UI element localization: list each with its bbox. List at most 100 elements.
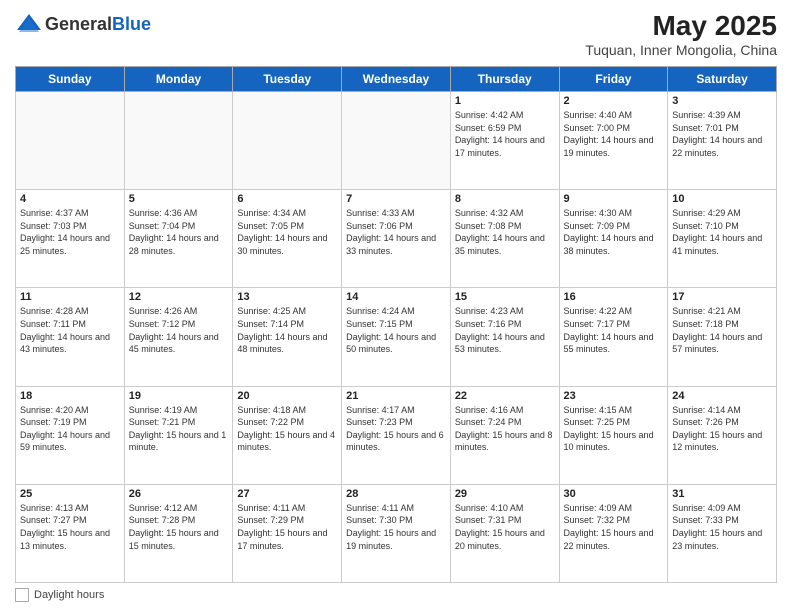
cell-day-number: 5 bbox=[129, 193, 229, 205]
cell-info: Sunrise: 4:25 AM Sunset: 7:14 PM Dayligh… bbox=[237, 305, 337, 355]
calendar: SundayMondayTuesdayWednesdayThursdayFrid… bbox=[15, 66, 777, 583]
cell-info: Sunrise: 4:40 AM Sunset: 7:00 PM Dayligh… bbox=[564, 109, 664, 159]
calendar-cell: 30 Sunrise: 4:09 AM Sunset: 7:32 PM Dayli… bbox=[559, 484, 668, 582]
logo-text: GeneralBlue bbox=[45, 14, 151, 35]
calendar-header-cell: Monday bbox=[124, 67, 233, 92]
cell-info: Sunrise: 4:09 AM Sunset: 7:32 PM Dayligh… bbox=[564, 502, 664, 552]
cell-info: Sunrise: 4:30 AM Sunset: 7:09 PM Dayligh… bbox=[564, 207, 664, 257]
calendar-cell: 19Sunrise: 4:19 AM Sunset: 7:21 PM Dayli… bbox=[124, 386, 233, 484]
cell-day-number: 9 bbox=[564, 193, 664, 205]
calendar-cell: 29Sunrise: 4:10 AM Sunset: 7:31 PM Dayli… bbox=[450, 484, 559, 582]
calendar-cell: 7 Sunrise: 4:33 AM Sunset: 7:06 PM Daylig… bbox=[342, 190, 451, 288]
calendar-header-cell: Tuesday bbox=[233, 67, 342, 92]
header: GeneralBlue May 2025 Tuquan, Inner Mongo… bbox=[15, 10, 777, 58]
footer-label: Daylight hours bbox=[34, 589, 104, 601]
cell-info: Sunrise: 4:22 AM Sunset: 7:17 PM Dayligh… bbox=[564, 305, 664, 355]
calendar-cell: 1Sunrise: 4:42 AM Sunset: 6:59 PM Daylig… bbox=[450, 92, 559, 190]
calendar-cell: 2Sunrise: 4:40 AM Sunset: 7:00 PM Daylig… bbox=[559, 92, 668, 190]
calendar-header-cell: Thursday bbox=[450, 67, 559, 92]
page: GeneralBlue May 2025 Tuquan, Inner Mongo… bbox=[0, 0, 792, 612]
calendar-header-cell: Saturday bbox=[668, 67, 777, 92]
cell-info: Sunrise: 4:26 AM Sunset: 7:12 PM Dayligh… bbox=[129, 305, 229, 355]
calendar-week-row: 11 Sunrise: 4:28 AM Sunset: 7:11 PM Dayli… bbox=[16, 288, 777, 386]
cell-day-number: 26 bbox=[129, 488, 229, 500]
cell-day-number: 1 bbox=[455, 95, 555, 107]
cell-info: Sunrise: 4:34 AM Sunset: 7:05 PM Dayligh… bbox=[237, 207, 337, 257]
cell-info: Sunrise: 4:15 AM Sunset: 7:25 PM Dayligh… bbox=[564, 404, 664, 454]
cell-day-number: 3 bbox=[672, 95, 772, 107]
calendar-cell: 16Sunrise: 4:22 AM Sunset: 7:17 PM Dayli… bbox=[559, 288, 668, 386]
cell-day-number: 23 bbox=[564, 390, 664, 402]
cell-day-number: 25 bbox=[20, 488, 120, 500]
calendar-cell: 11 Sunrise: 4:28 AM Sunset: 7:11 PM Dayli… bbox=[16, 288, 125, 386]
cell-day-number: 27 bbox=[237, 488, 337, 500]
cell-info: Sunrise: 4:16 AM Sunset: 7:24 PM Dayligh… bbox=[455, 404, 555, 454]
cell-day-number: 31 bbox=[672, 488, 772, 500]
calendar-cell bbox=[16, 92, 125, 190]
cell-info: Sunrise: 4:14 AM Sunset: 7:26 PM Dayligh… bbox=[672, 404, 772, 454]
calendar-cell: 21Sunrise: 4:17 AM Sunset: 7:23 PM Dayli… bbox=[342, 386, 451, 484]
cell-info: Sunrise: 4:11 AM Sunset: 7:30 PM Dayligh… bbox=[346, 502, 446, 552]
cell-day-number: 13 bbox=[237, 291, 337, 303]
calendar-cell: 8Sunrise: 4:32 AM Sunset: 7:08 PM Daylig… bbox=[450, 190, 559, 288]
cell-day-number: 18 bbox=[20, 390, 120, 402]
cell-info: Sunrise: 4:13 AM Sunset: 7:27 PM Dayligh… bbox=[20, 502, 120, 552]
footer: Daylight hours bbox=[15, 588, 777, 602]
cell-info: Sunrise: 4:29 AM Sunset: 7:10 PM Dayligh… bbox=[672, 207, 772, 257]
cell-day-number: 28 bbox=[346, 488, 446, 500]
cell-info: Sunrise: 4:21 AM Sunset: 7:18 PM Dayligh… bbox=[672, 305, 772, 355]
cell-day-number: 11 bbox=[20, 291, 120, 303]
cell-day-number: 15 bbox=[455, 291, 555, 303]
cell-day-number: 24 bbox=[672, 390, 772, 402]
cell-info: Sunrise: 4:39 AM Sunset: 7:01 PM Dayligh… bbox=[672, 109, 772, 159]
cell-day-number: 4 bbox=[20, 193, 120, 205]
calendar-week-row: 4 Sunrise: 4:37 AM Sunset: 7:03 PM Daylig… bbox=[16, 190, 777, 288]
calendar-cell: 31Sunrise: 4:09 AM Sunset: 7:33 PM Dayli… bbox=[668, 484, 777, 582]
calendar-cell: 12 Sunrise: 4:26 AM Sunset: 7:12 PM Dayli… bbox=[124, 288, 233, 386]
calendar-week-row: 25 Sunrise: 4:13 AM Sunset: 7:27 PM Dayli… bbox=[16, 484, 777, 582]
cell-day-number: 6 bbox=[237, 193, 337, 205]
calendar-cell: 4 Sunrise: 4:37 AM Sunset: 7:03 PM Daylig… bbox=[16, 190, 125, 288]
title-block: May 2025 Tuquan, Inner Mongolia, China bbox=[585, 10, 777, 58]
cell-info: Sunrise: 4:12 AM Sunset: 7:28 PM Dayligh… bbox=[129, 502, 229, 552]
cell-day-number: 7 bbox=[346, 193, 446, 205]
calendar-cell: 24 Sunrise: 4:14 AM Sunset: 7:26 PM Dayli… bbox=[668, 386, 777, 484]
calendar-cell: 5Sunrise: 4:36 AM Sunset: 7:04 PM Daylig… bbox=[124, 190, 233, 288]
cell-day-number: 22 bbox=[455, 390, 555, 402]
cell-info: Sunrise: 4:17 AM Sunset: 7:23 PM Dayligh… bbox=[346, 404, 446, 454]
calendar-cell: 22 Sunrise: 4:16 AM Sunset: 7:24 PM Dayli… bbox=[450, 386, 559, 484]
cell-day-number: 14 bbox=[346, 291, 446, 303]
cell-info: Sunrise: 4:37 AM Sunset: 7:03 PM Dayligh… bbox=[20, 207, 120, 257]
calendar-cell: 6 Sunrise: 4:34 AM Sunset: 7:05 PM Daylig… bbox=[233, 190, 342, 288]
cell-info: Sunrise: 4:24 AM Sunset: 7:15 PM Dayligh… bbox=[346, 305, 446, 355]
calendar-cell: 13 Sunrise: 4:25 AM Sunset: 7:14 PM Dayli… bbox=[233, 288, 342, 386]
calendar-cell: 27Sunrise: 4:11 AM Sunset: 7:29 PM Dayli… bbox=[233, 484, 342, 582]
calendar-cell: 15 Sunrise: 4:23 AM Sunset: 7:16 PM Dayli… bbox=[450, 288, 559, 386]
calendar-cell: 25 Sunrise: 4:13 AM Sunset: 7:27 PM Dayli… bbox=[16, 484, 125, 582]
cell-info: Sunrise: 4:23 AM Sunset: 7:16 PM Dayligh… bbox=[455, 305, 555, 355]
cell-day-number: 17 bbox=[672, 291, 772, 303]
cell-info: Sunrise: 4:33 AM Sunset: 7:06 PM Dayligh… bbox=[346, 207, 446, 257]
calendar-cell: 18 Sunrise: 4:20 AM Sunset: 7:19 PM Dayli… bbox=[16, 386, 125, 484]
logo: GeneralBlue bbox=[15, 10, 151, 38]
location: Tuquan, Inner Mongolia, China bbox=[585, 42, 777, 58]
calendar-body: 1Sunrise: 4:42 AM Sunset: 6:59 PM Daylig… bbox=[16, 92, 777, 583]
cell-day-number: 10 bbox=[672, 193, 772, 205]
calendar-cell: 10 Sunrise: 4:29 AM Sunset: 7:10 PM Dayli… bbox=[668, 190, 777, 288]
calendar-cell bbox=[124, 92, 233, 190]
cell-day-number: 12 bbox=[129, 291, 229, 303]
calendar-week-row: 18 Sunrise: 4:20 AM Sunset: 7:19 PM Dayli… bbox=[16, 386, 777, 484]
cell-info: Sunrise: 4:20 AM Sunset: 7:19 PM Dayligh… bbox=[20, 404, 120, 454]
cell-info: Sunrise: 4:19 AM Sunset: 7:21 PM Dayligh… bbox=[129, 404, 229, 454]
cell-day-number: 8 bbox=[455, 193, 555, 205]
cell-info: Sunrise: 4:18 AM Sunset: 7:22 PM Dayligh… bbox=[237, 404, 337, 454]
footer-box bbox=[15, 588, 29, 602]
calendar-header-cell: Friday bbox=[559, 67, 668, 92]
calendar-cell: 3 Sunrise: 4:39 AM Sunset: 7:01 PM Daylig… bbox=[668, 92, 777, 190]
cell-info: Sunrise: 4:28 AM Sunset: 7:11 PM Dayligh… bbox=[20, 305, 120, 355]
calendar-cell: 17 Sunrise: 4:21 AM Sunset: 7:18 PM Dayli… bbox=[668, 288, 777, 386]
calendar-header-cell: Sunday bbox=[16, 67, 125, 92]
calendar-cell: 14 Sunrise: 4:24 AM Sunset: 7:15 PM Dayli… bbox=[342, 288, 451, 386]
cell-info: Sunrise: 4:10 AM Sunset: 7:31 PM Dayligh… bbox=[455, 502, 555, 552]
cell-day-number: 30 bbox=[564, 488, 664, 500]
